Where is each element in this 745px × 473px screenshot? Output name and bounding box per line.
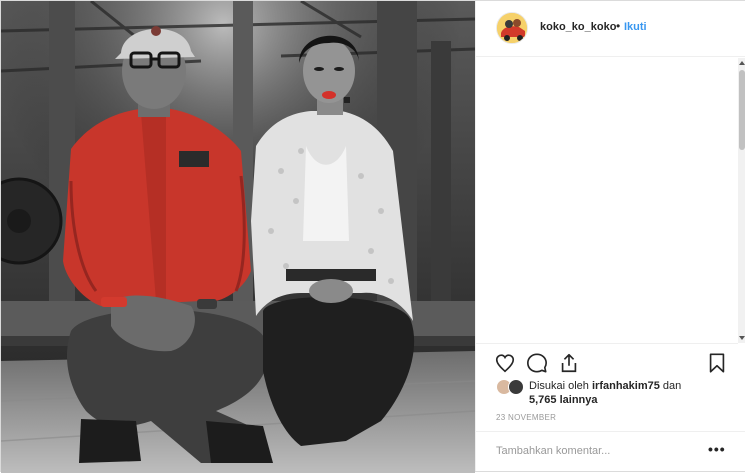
liker-avatar[interactable] — [508, 379, 524, 395]
add-comment-box: ••• — [476, 431, 745, 471]
share-icon — [561, 353, 577, 373]
liker-username-link[interactable]: irfanhakim75 — [592, 380, 660, 392]
bookmark-icon — [709, 353, 725, 373]
likes-connector: dan — [662, 380, 682, 392]
photo-illustration — [1, 1, 475, 473]
post-date[interactable]: 23 NOVEMBER — [496, 413, 556, 422]
post-side-panel: koko_ko_koko • Ikuti Disukai oleh irfanh… — [475, 1, 745, 471]
avatar-illustration-icon — [497, 13, 527, 43]
scroll-down-icon[interactable] — [739, 336, 745, 340]
post-actions — [476, 343, 738, 380]
comment-input[interactable] — [496, 442, 696, 460]
save-button[interactable] — [706, 352, 728, 374]
follow-button[interactable]: Ikuti — [624, 21, 647, 33]
heart-icon — [495, 354, 515, 373]
comment-icon — [527, 353, 547, 373]
username-link[interactable]: koko_ko_koko — [540, 21, 616, 33]
post-header: koko_ko_koko • Ikuti — [476, 1, 745, 57]
instagram-post: koko_ko_koko • Ikuti Disukai oleh irfanh… — [0, 0, 745, 473]
like-button[interactable] — [494, 352, 516, 374]
separator-dot: • — [616, 19, 621, 33]
share-button[interactable] — [558, 352, 580, 374]
comments-list[interactable] — [476, 57, 738, 342]
others-count-link[interactable]: 5,765 lainnya — [529, 394, 598, 406]
more-options-icon[interactable]: ••• — [708, 441, 726, 457]
post-photo[interactable] — [1, 1, 475, 473]
comment-button[interactable] — [526, 352, 548, 374]
likes-summary: Disukai oleh irfanhakim75 dan 5,765 lain… — [496, 377, 736, 411]
user-avatar[interactable] — [496, 12, 528, 44]
scroll-up-icon[interactable] — [739, 61, 745, 65]
scroll-thumb[interactable] — [739, 70, 745, 150]
likes-text: Disukai oleh irfanhakim75 dan 5,765 lain… — [529, 379, 729, 407]
comments-scrollbar[interactable] — [738, 58, 745, 343]
likes-prefix: Disukai oleh — [529, 380, 589, 392]
